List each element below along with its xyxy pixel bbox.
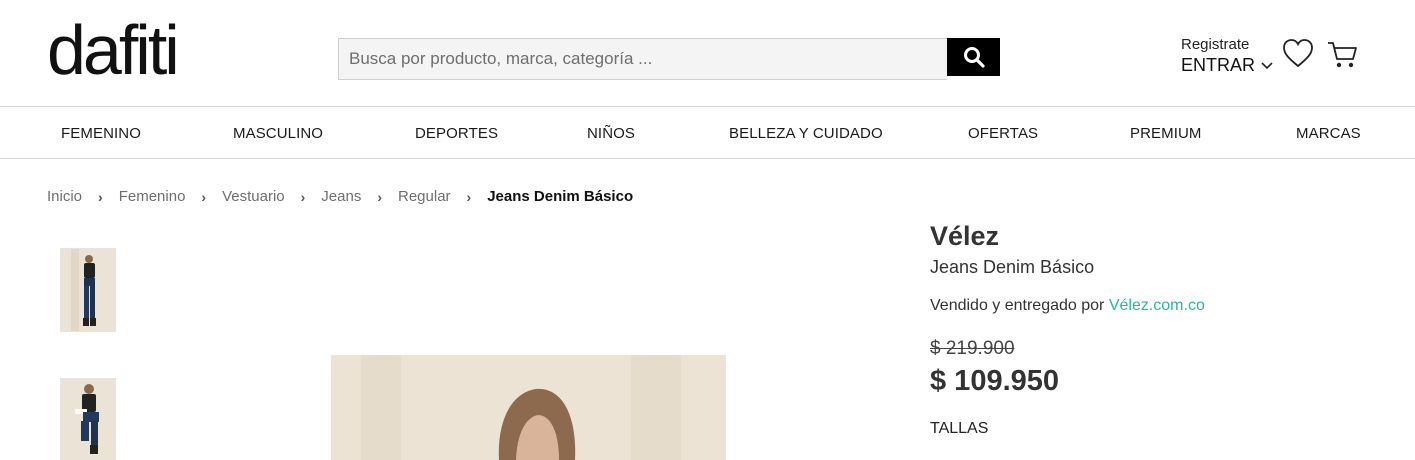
model-standing-image: [61, 249, 115, 331]
model-photo: [331, 355, 726, 460]
breadcrumb-inicio[interactable]: Inicio: [47, 188, 82, 205]
nav-belleza[interactable]: BELLEZA Y CUIDADO: [729, 125, 883, 142]
product-thumbnail[interactable]: [60, 248, 116, 332]
wishlist-button[interactable]: [1282, 38, 1314, 73]
sizes-label: TALLAS: [930, 420, 989, 437]
search-icon: [963, 47, 985, 68]
breadcrumb-separator: ›: [300, 188, 306, 205]
category-nav: FEMENINO MASCULINO DEPORTES NIÑOS BELLEZ…: [0, 108, 1415, 159]
seller-link[interactable]: Vélez.com.co: [1109, 297, 1205, 314]
product-name: Jeans Denim Básico: [930, 257, 1095, 277]
breadcrumb-femenino[interactable]: Femenino: [119, 188, 186, 205]
register-link[interactable]: Registrate: [1181, 36, 1273, 53]
product-thumbnail[interactable]: [60, 378, 116, 460]
chevron-down-icon: [1261, 61, 1273, 69]
original-price: $ 219.900: [930, 338, 1015, 359]
search-button[interactable]: [947, 38, 1000, 76]
breadcrumb: Inicio › Femenino › Vestuario › Jeans › …: [47, 188, 633, 205]
product-main-image[interactable]: [331, 355, 726, 460]
login-dropdown[interactable]: ENTRAR: [1181, 55, 1273, 76]
seller-info: Vendido y entregado por Vélez.com.co: [930, 297, 1205, 315]
site-header: dafiti Registrate ENTRAR: [0, 0, 1415, 107]
breadcrumb-regular[interactable]: Regular: [398, 188, 451, 205]
nav-ofertas[interactable]: OFERTAS: [968, 125, 1038, 142]
model-seated-image: [61, 379, 115, 460]
breadcrumb-separator: ›: [201, 188, 207, 205]
breadcrumb-separator: ›: [377, 188, 382, 205]
breadcrumb-separator: ›: [466, 188, 472, 205]
nav-premium[interactable]: PREMIUM: [1130, 125, 1202, 142]
heart-icon: [1283, 39, 1313, 68]
cart-button[interactable]: [1326, 40, 1358, 75]
seller-prefix: Vendido y entregado por: [930, 297, 1105, 314]
cart-icon: [1328, 42, 1357, 68]
account-menu: Registrate ENTRAR: [1181, 36, 1273, 76]
breadcrumb-current: Jeans Denim Básico: [487, 188, 634, 205]
search-bar: [338, 38, 1000, 80]
nav-ninos[interactable]: NIÑOS: [587, 125, 635, 142]
nav-deportes[interactable]: DEPORTES: [415, 125, 498, 142]
product-brand[interactable]: Vélez: [930, 221, 999, 252]
breadcrumb-vestuario[interactable]: Vestuario: [222, 188, 285, 205]
sale-price: $ 109.950: [930, 365, 1060, 397]
dafiti-logo[interactable]: dafiti: [47, 10, 180, 90]
nav-femenino[interactable]: FEMENINO: [61, 125, 141, 142]
login-label: ENTRAR: [1181, 55, 1256, 75]
breadcrumb-jeans[interactable]: Jeans: [321, 188, 361, 205]
search-input[interactable]: [338, 38, 947, 80]
nav-masculino[interactable]: MASCULINO: [233, 125, 323, 142]
nav-marcas[interactable]: MARCAS: [1296, 125, 1361, 142]
breadcrumb-separator: ›: [98, 188, 103, 205]
